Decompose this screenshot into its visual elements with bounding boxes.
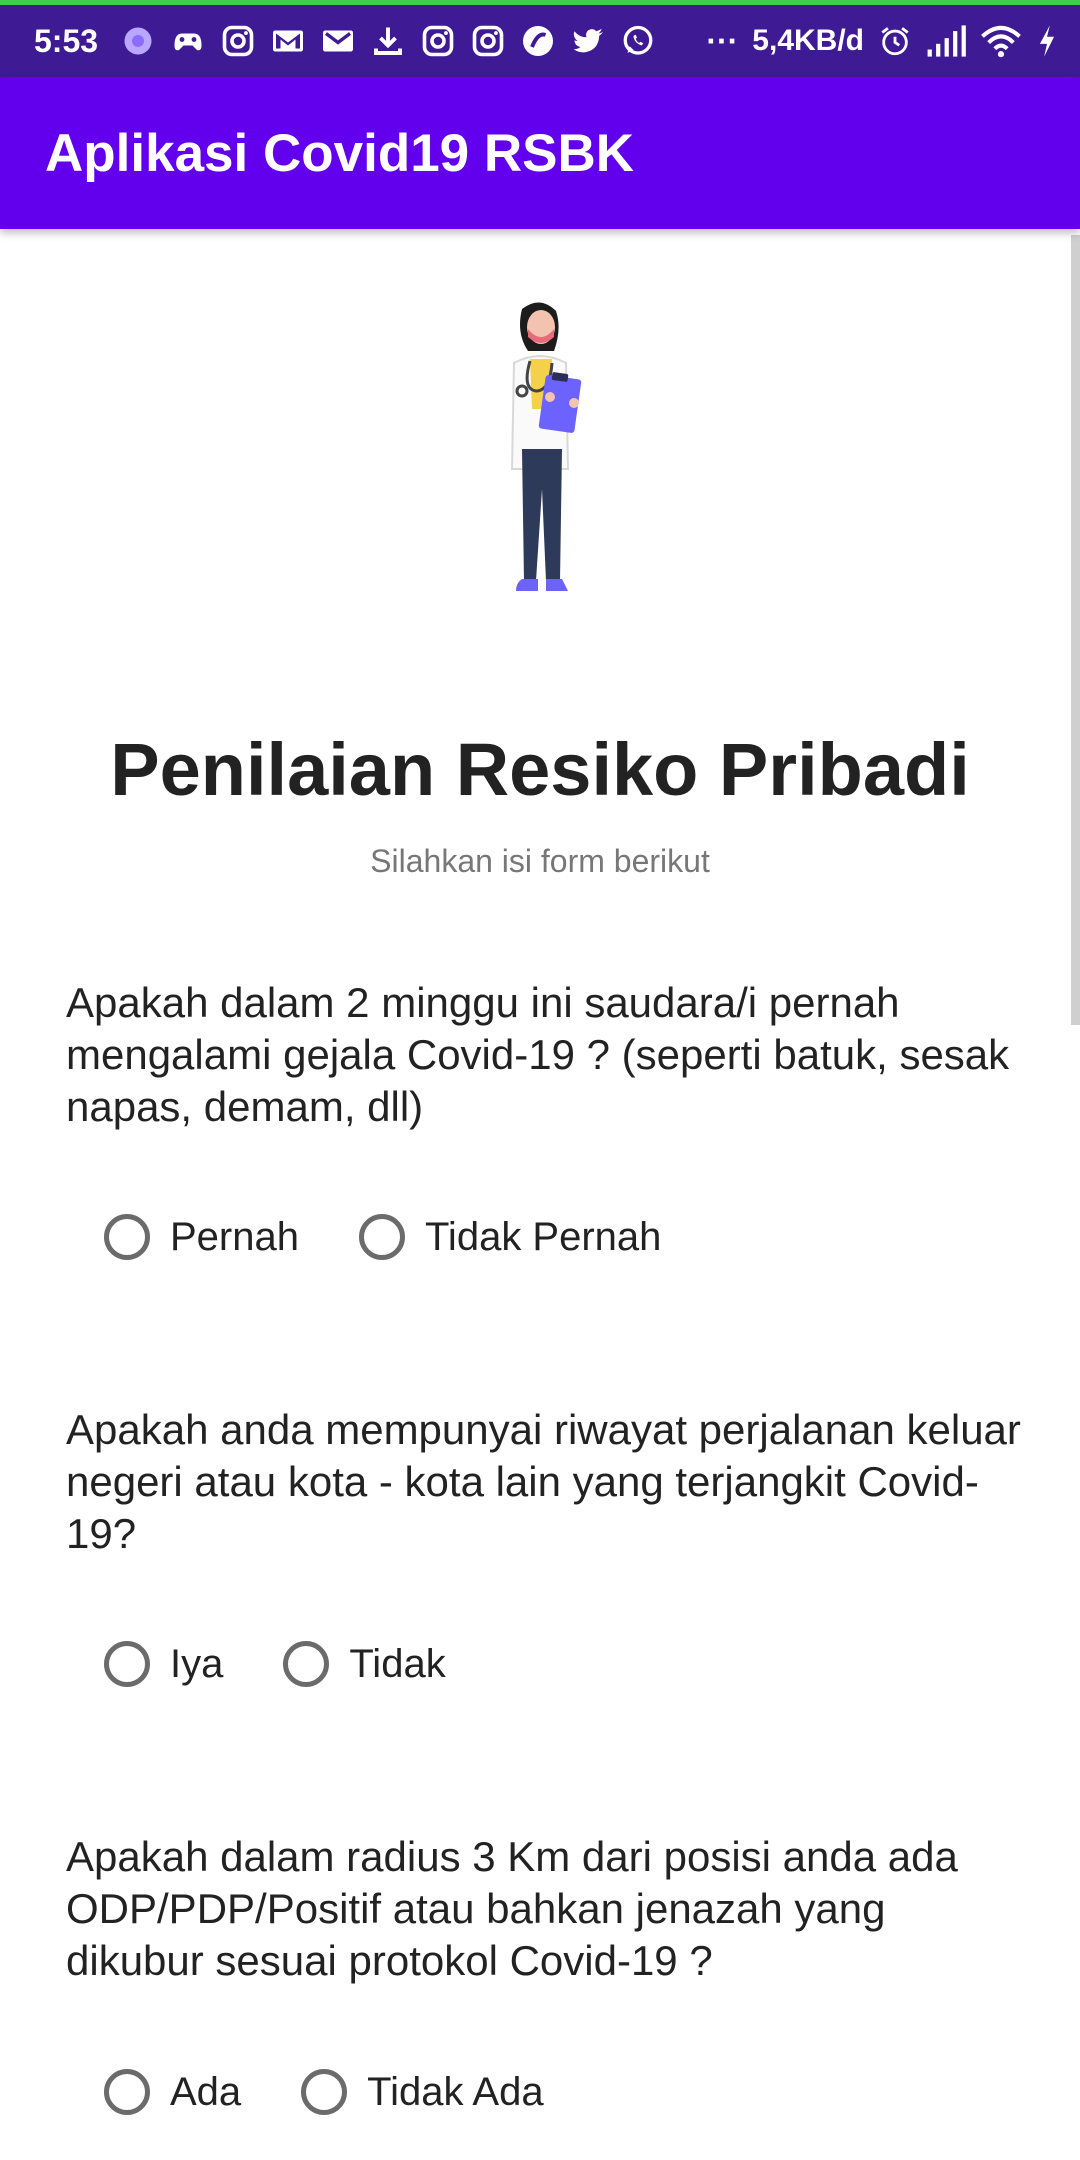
radio-circle[interactable] [104,2069,150,2115]
radio-circle[interactable] [104,1214,150,1260]
battery-charging-icon [1039,25,1055,57]
page-title: Penilaian Resiko Pribadi [110,728,970,811]
radio-label: Tidak Ada [367,2069,544,2114]
radio-pernah[interactable]: Pernah [104,1214,299,1260]
form-content[interactable]: Penilaian Resiko Pribadi Silahkan isi fo… [0,229,1080,2160]
app-title: Aplikasi Covid19 RSBK [45,123,635,183]
question-2-options: Iya Tidak [104,1641,506,1687]
radio-iya[interactable]: Iya [104,1641,223,1687]
scrollbar[interactable] [1071,235,1080,1025]
instagram-icon [422,25,454,57]
radio-ada[interactable]: Ada [104,2069,241,2115]
radio-circle[interactable] [283,1641,330,1687]
question-3-text: Apakah dalam radius 3 Km dari posisi and… [66,1833,958,1984]
download-icon [374,27,402,55]
app-bar: Aplikasi Covid19 RSBK [0,77,1080,229]
doctor-illustration [510,302,582,591]
status-bar: 5:53 ··· 5,4KB/d [0,5,1080,77]
radio-tidak-ada[interactable]: Tidak Ada [301,2069,544,2115]
status-time: 5:53 [34,22,99,59]
gmail-icon [323,30,354,52]
status-right: ··· 5,4KB/d [706,23,1058,60]
radio-circle[interactable] [104,1641,150,1687]
radio-label: Tidak Pernah [424,1214,662,1259]
twitter-icon [573,29,604,53]
loading-icon [124,27,152,55]
whatsapp-icon [623,25,653,55]
gmail-icon [273,30,304,52]
radio-circle[interactable] [301,2069,348,2115]
radio-tidak-pernah[interactable]: Tidak Pernah [358,1214,662,1260]
wifi-icon [981,25,1021,58]
question-1-text: Apakah dalam 2 minggu ini saudara/i pern… [66,979,1010,1130]
page-subtitle: Silahkan isi form berikut [370,843,710,879]
network-speed: 5,4KB/d [752,24,864,57]
radio-label: Ada [170,2069,242,2114]
question-1-options: Pernah Tidak Pernah [104,1214,721,1260]
radio-label: Iya [170,1641,224,1686]
radio-label: Pernah [170,1214,299,1259]
instagram-icon [222,25,254,57]
radio-tidak[interactable]: Tidak [283,1641,446,1687]
signal-icon [927,25,966,57]
radio-circle[interactable] [358,1214,405,1260]
radio-label: Tidak [349,1641,446,1686]
alarm-icon [881,27,909,56]
game-controller-icon [174,33,202,51]
notification-icons [120,23,656,59]
instagram-icon [472,25,504,57]
question-2-text: Apakah anda mempunyai riwayat perjalanan… [66,1406,1021,1557]
question-3-options: Ada Tidak Ada [104,2069,604,2115]
more-notifications-indicator: ··· [706,22,739,59]
music-icon [523,26,554,56]
